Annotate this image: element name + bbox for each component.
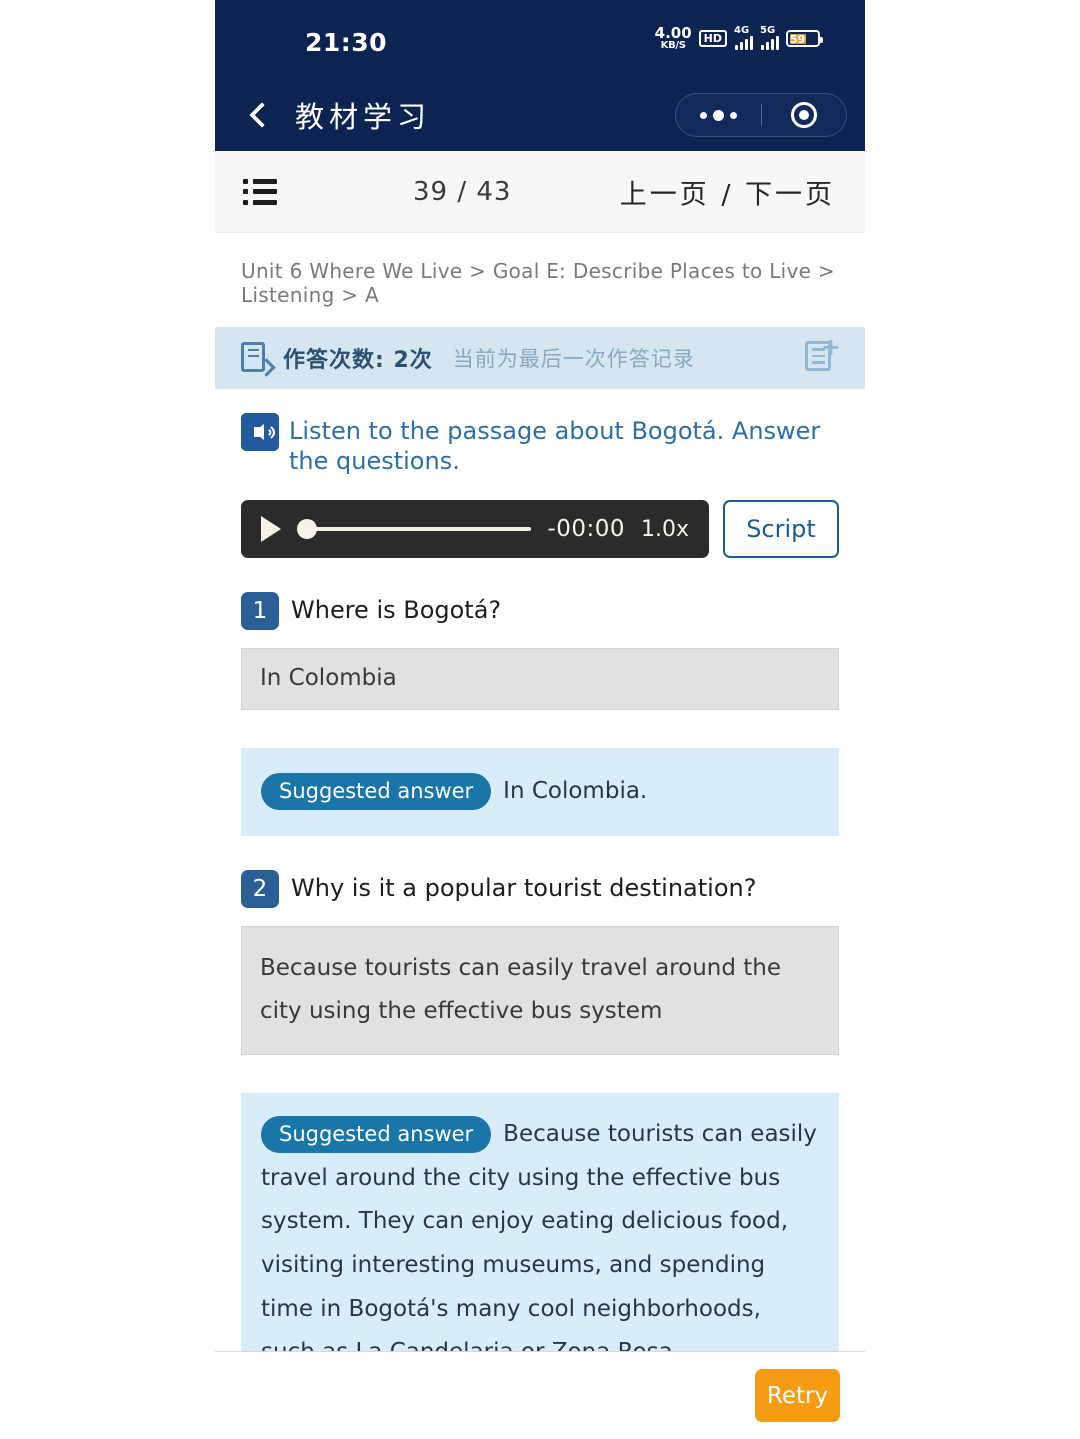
retry-button[interactable]: Retry xyxy=(755,1369,840,1422)
speaker-icon xyxy=(241,413,279,451)
edit-document-icon xyxy=(241,342,276,377)
page-title: 教材学习 xyxy=(295,99,432,134)
breadcrumb: Unit 6 Where We Live > Goal E: Describe … xyxy=(241,259,835,307)
list-menu-icon[interactable] xyxy=(243,178,277,205)
question-prompt: Why is it a popular tourist destination? xyxy=(291,873,757,902)
lesson-content: Listen to the passage about Bogotá. Answ… xyxy=(215,389,865,1398)
attempt-note-label: 当前为最后一次作答记录 xyxy=(452,347,695,371)
instruction-row: Listen to the passage about Bogotá. Answ… xyxy=(241,413,839,476)
attempt-info-bar: 作答次数: 2次 当前为最后一次作答记录 + xyxy=(215,327,865,389)
page-nav-links[interactable]: 上一页 / 下一页 xyxy=(620,172,835,211)
answer-input[interactable]: In Colombia xyxy=(241,648,839,710)
target-circle-icon[interactable] xyxy=(762,102,847,128)
add-document-icon[interactable]: + xyxy=(805,335,841,375)
audio-progress-slider[interactable] xyxy=(297,519,532,539)
page-counter: 39 / 43 xyxy=(413,176,512,207)
signal-5g-label: 5G xyxy=(760,25,776,36)
status-icons: 4.00 KB/S HD 4G 5G 59 xyxy=(655,25,823,51)
answer-input[interactable]: Because tourists can easily travel aroun… xyxy=(241,925,839,1055)
suggested-answer-text: In Colombia. xyxy=(503,777,648,804)
app-header: 教材学习 xyxy=(215,78,865,151)
suggested-answer-text: Because tourists can easily travel aroun… xyxy=(261,1121,817,1365)
signal-bars xyxy=(761,36,779,50)
page-toolbar: 39 / 43 上一页 / 下一页 xyxy=(215,151,865,233)
suggested-answer-box: Suggested answer In Colombia. xyxy=(241,747,839,836)
chevron-left-icon[interactable] xyxy=(247,104,269,126)
network-speed-value: 4.00 xyxy=(654,24,692,42)
phone-screen: 21:30 4.00 KB/S HD 4G 5G 59 教材学习 39 / 43… xyxy=(215,0,865,1439)
instruction-text: Listen to the passage about Bogotá. Answ… xyxy=(289,417,821,475)
signal-5g-icon: 5G xyxy=(760,25,779,50)
mini-program-capsule xyxy=(675,93,847,137)
suggested-answer-badge: Suggested answer xyxy=(261,772,492,810)
network-speed-unit: KB/S xyxy=(660,40,686,51)
audio-player-row: -00:00 1.0x Script xyxy=(241,500,839,558)
play-icon[interactable] xyxy=(261,516,281,542)
bottom-bar: Retry xyxy=(215,1351,865,1439)
question-prompt: Where is Bogotá? xyxy=(291,596,502,624)
battery-level: 59 xyxy=(789,32,806,46)
signal-bars xyxy=(735,36,753,50)
audio-player: -00:00 1.0x xyxy=(241,500,709,558)
battery-icon: 59 xyxy=(786,30,823,47)
network-speed-indicator: 4.00 KB/S xyxy=(655,26,692,51)
attempt-count-label: 作答次数: 2次 xyxy=(283,348,433,373)
hd-icon: HD xyxy=(698,30,727,47)
audio-time-remaining: -00:00 xyxy=(547,516,625,542)
status-bar: 21:30 4.00 KB/S HD 4G 5G 59 xyxy=(215,0,865,78)
question-row: 1 Where is Bogotá? xyxy=(241,592,839,630)
signal-4g-label: 4G xyxy=(734,25,750,36)
more-dots-icon[interactable] xyxy=(676,109,761,121)
progress-knob[interactable] xyxy=(297,519,317,539)
script-button[interactable]: Script xyxy=(723,500,839,558)
progress-track xyxy=(309,527,532,531)
question-row: 2 Why is it a popular tourist destinatio… xyxy=(241,869,839,908)
signal-4g-icon: 4G xyxy=(734,25,753,50)
question-number-badge: 2 xyxy=(241,869,279,908)
question-number-badge: 1 xyxy=(241,592,279,630)
suggested-answer-badge: Suggested answer xyxy=(261,1115,492,1154)
status-time: 21:30 xyxy=(305,28,388,57)
playback-rate-button[interactable]: 1.0x xyxy=(641,517,689,542)
